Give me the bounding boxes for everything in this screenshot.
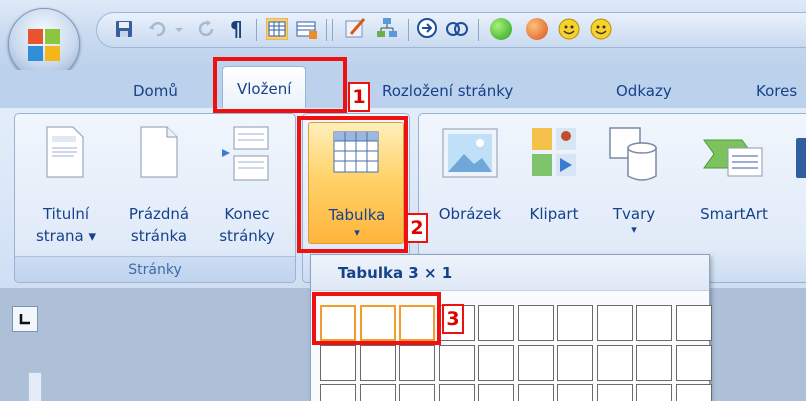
shapes-dropdown-arrow: ▾ — [631, 223, 637, 236]
table-grid-cell[interactable] — [438, 384, 475, 401]
clipart-button[interactable]: Klipart — [516, 120, 592, 250]
table-grid-cell[interactable] — [517, 384, 554, 401]
chart-icon[interactable] — [796, 138, 806, 178]
group-title-pages: Stránky — [15, 256, 295, 282]
cover-page-button[interactable]: Titulní strana ▾ — [18, 120, 114, 250]
separator — [408, 19, 409, 41]
tab-domu[interactable]: Domů — [133, 78, 178, 104]
table-grid-cell[interactable] — [596, 344, 633, 381]
table-grid-cell[interactable] — [320, 384, 356, 401]
separator — [478, 19, 479, 41]
page-break-button[interactable]: Konec stránky — [204, 120, 290, 250]
arrow-right-circle-icon[interactable] — [416, 17, 438, 39]
separator — [332, 19, 333, 41]
table-grid-cell[interactable] — [596, 384, 633, 401]
table-grid-cell[interactable] — [675, 305, 712, 341]
blank-page-label-2: stránka — [130, 227, 188, 245]
clipart-label: Klipart — [529, 205, 579, 223]
table-grid-cell[interactable] — [320, 344, 356, 381]
table-grid-cell[interactable] — [636, 344, 672, 381]
table-grid-cell[interactable] — [557, 384, 593, 401]
picture-icon — [442, 128, 498, 178]
tab-rozlozeni-stranky[interactable]: Rozložení stránky — [382, 78, 513, 104]
blank-page-label-1: Prázdná — [128, 205, 190, 223]
link-icon[interactable] — [444, 20, 470, 38]
vertical-ruler — [28, 372, 42, 401]
annotation-marker-3: 3 — [442, 304, 464, 334]
table-grid-cell[interactable] — [557, 305, 593, 341]
table-grid-cell[interactable] — [359, 344, 396, 381]
edit-picture-icon[interactable] — [345, 17, 367, 39]
shapes-button[interactable]: Tvary ▾ — [596, 120, 672, 250]
blank-page-button[interactable]: Prázdná stránka — [114, 120, 204, 250]
save-icon[interactable] — [115, 20, 133, 38]
table-grid-cell[interactable] — [517, 305, 554, 341]
insert-table-qat-icon[interactable] — [266, 18, 288, 40]
smiley-icon[interactable] — [590, 18, 612, 40]
shapes-icon — [609, 127, 657, 181]
annotation-box-3 — [312, 292, 441, 345]
table-grid-cell[interactable] — [675, 344, 712, 381]
cover-page-label-2: strana ▾ — [35, 227, 97, 245]
orange-ball-icon[interactable] — [526, 18, 548, 40]
left-tab-stop-icon — [19, 314, 30, 325]
smartart-label: SmartArt — [700, 205, 768, 223]
insert-table-header: Tabulka 3 × 1 — [311, 255, 709, 291]
undo-dropdown-icon[interactable] — [174, 20, 184, 38]
tab-korespondence[interactable]: Kores — [756, 78, 797, 104]
table-grid-cell[interactable] — [478, 344, 514, 381]
table-grid-cell[interactable] — [636, 305, 672, 341]
table-grid-cell[interactable] — [675, 384, 712, 401]
annotation-box-1 — [213, 57, 347, 113]
cover-page-icon — [46, 126, 84, 178]
redo-icon[interactable] — [198, 20, 216, 38]
page-break-icon — [222, 126, 269, 181]
table-properties-icon[interactable] — [296, 20, 318, 40]
page-break-label-2: stránky — [219, 227, 275, 245]
table-grid-cell[interactable] — [478, 384, 514, 401]
separator — [256, 19, 257, 41]
smartart-button[interactable]: SmartArt — [684, 120, 784, 250]
separator — [326, 19, 327, 41]
annotation-box-2 — [297, 116, 408, 253]
picture-button[interactable]: Obrázek — [424, 120, 516, 250]
table-grid-cell[interactable] — [596, 305, 633, 341]
table-grid-cell[interactable] — [517, 344, 554, 381]
green-ball-icon[interactable] — [490, 18, 512, 40]
office-logo-icon — [28, 29, 60, 61]
cover-page-label-1: Titulní — [42, 205, 90, 223]
table-grid-cell[interactable] — [636, 384, 672, 401]
clipart-icon — [532, 128, 576, 176]
table-grid-cell[interactable] — [399, 344, 435, 381]
tab-selector-button[interactable] — [12, 306, 38, 332]
pilcrow-icon[interactable]: ¶ — [230, 19, 248, 39]
undo-icon[interactable] — [148, 20, 166, 38]
smartart-icon — [703, 139, 763, 177]
tab-odkazy[interactable]: Odkazy — [616, 78, 672, 104]
insert-table-size-label: Tabulka 3 × 1 — [338, 264, 453, 282]
annotation-marker-1: 1 — [348, 82, 370, 112]
table-grid-cell[interactable] — [359, 384, 396, 401]
org-chart-icon[interactable] — [376, 17, 398, 39]
annotation-marker-2: 2 — [406, 213, 428, 243]
smiley-icon[interactable] — [558, 18, 580, 40]
table-grid-cell[interactable] — [399, 384, 435, 401]
blank-page-icon — [140, 126, 178, 178]
table-grid-cell[interactable] — [478, 305, 514, 341]
table-grid-cell[interactable] — [438, 344, 475, 381]
picture-label: Obrázek — [438, 205, 502, 223]
table-grid-cell[interactable] — [557, 344, 593, 381]
page-break-label-1: Konec — [224, 205, 270, 223]
